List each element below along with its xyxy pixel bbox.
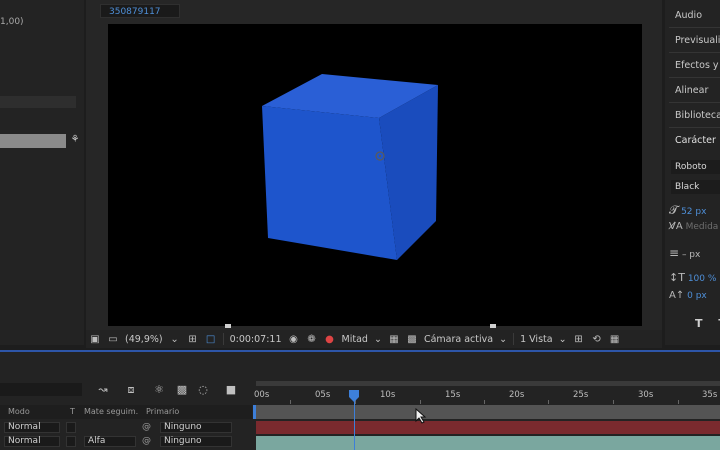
font-size-value[interactable]: 52 px: [681, 207, 706, 217]
ruler-label: 10s: [380, 390, 396, 400]
ruler-label: 20s: [509, 390, 525, 400]
kerning-icon: V̸A: [669, 221, 683, 232]
vertical-scale-row: ↕T 100 %: [669, 271, 716, 284]
vertical-scale-value[interactable]: 100 %: [688, 274, 717, 284]
composition-flowchart-icon[interactable]: ↝: [96, 383, 110, 397]
zoom-level[interactable]: (49,9%): [125, 334, 163, 345]
kerning-value[interactable]: Medida: [686, 222, 719, 232]
panel-audio[interactable]: Audio: [675, 10, 702, 21]
baseline-shift-icon: A↑: [669, 290, 685, 301]
safe-areas-icon[interactable]: ⊞: [186, 332, 200, 346]
ruler-label: 25s: [573, 390, 589, 400]
work-area-bar[interactable]: [256, 405, 720, 419]
motion-blur-icon[interactable]: ◌: [196, 383, 210, 397]
monitor-icon[interactable]: ▭: [106, 332, 120, 346]
region-of-interest-icon[interactable]: □: [204, 332, 218, 346]
faux-style-row: T T: [669, 317, 720, 330]
column-mode[interactable]: Modo: [8, 407, 30, 416]
time-navigator[interactable]: [256, 381, 720, 386]
pickwhip-icon[interactable]: @: [142, 422, 151, 432]
playhead-icon[interactable]: [349, 390, 359, 402]
timeline-search-input[interactable]: [0, 383, 82, 396]
layer-row[interactable]: Normal @ Ninguno: [0, 421, 252, 434]
work-area-start[interactable]: [253, 405, 256, 419]
column-track-matte[interactable]: Mate seguim.: [84, 407, 138, 416]
leading-value[interactable]: – px: [682, 250, 700, 260]
column-parent[interactable]: Primario: [146, 407, 179, 416]
graph-editor-icon[interactable]: ■: [224, 383, 238, 397]
canvas-handle-left[interactable]: [225, 324, 231, 328]
vertical-scale-icon: ↕T: [669, 271, 685, 284]
column-t[interactable]: T: [70, 407, 75, 416]
cube-front-face: [262, 106, 397, 260]
baseline-shift-row: A↑ 0 px: [669, 290, 707, 301]
color-channel-icon[interactable]: ●: [323, 332, 337, 346]
camera-dropdown[interactable]: Cámara activa ⌄: [424, 334, 507, 345]
panel-libraries[interactable]: Bibliotecas: [675, 110, 720, 121]
project-search-input[interactable]: [0, 96, 76, 108]
pickwhip-icon[interactable]: @: [142, 436, 151, 446]
panel-character[interactable]: Carácter: [675, 135, 716, 146]
layer-row[interactable]: Normal Alfa @ Ninguno: [0, 435, 252, 448]
draft-3d-icon[interactable]: ⧈: [124, 383, 138, 397]
composition-canvas[interactable]: [108, 24, 642, 326]
fast-previews-icon[interactable]: ▦: [387, 332, 401, 346]
layer-column-header: Modo T Mate seguim. Primario: [0, 405, 252, 419]
canvas-handle-right[interactable]: [490, 324, 496, 328]
exposure-icon[interactable]: ▦: [608, 332, 622, 346]
resolution-dropdown[interactable]: Mitad ⌄: [342, 334, 382, 345]
composition-tab[interactable]: 350879117: [100, 4, 180, 18]
panel-effects[interactable]: Efectos y a: [675, 60, 720, 71]
coordinate-readout: 1,00): [0, 17, 24, 27]
parent-select[interactable]: Ninguno: [160, 422, 232, 433]
shy-layers-icon[interactable]: ⚛: [152, 383, 166, 397]
font-size-row: 𝓣 52 px: [669, 203, 706, 218]
current-time[interactable]: 0:00:07:11: [230, 334, 282, 345]
project-column-header[interactable]: [0, 134, 66, 148]
track-matte-select[interactable]: Alfa: [84, 436, 136, 447]
ruler-label: 05s: [315, 390, 331, 400]
preserve-transparency-checkbox[interactable]: [66, 436, 76, 447]
project-panel: 1,00) ⚘: [0, 0, 84, 345]
parent-select[interactable]: Ninguno: [160, 436, 232, 447]
toggle-pixel-icon[interactable]: ⊞: [572, 332, 586, 346]
show-snapshot-icon[interactable]: ❁: [305, 332, 319, 346]
right-panels: Audio Previsualiz Efectos y a Alinear Bi…: [665, 0, 720, 345]
ruler-label: 00s: [254, 390, 270, 400]
mouse-cursor-icon: [415, 408, 427, 424]
views-dropdown[interactable]: 1 Vista ⌄: [520, 334, 567, 345]
cube-render: [262, 74, 438, 260]
snapshot-icon[interactable]: ◉: [287, 332, 301, 346]
preserve-transparency-checkbox[interactable]: [66, 422, 76, 433]
layer-bar[interactable]: [256, 436, 720, 450]
font-size-icon: 𝓣: [669, 203, 679, 217]
ruler-label: 30s: [638, 390, 654, 400]
transparency-grid-icon[interactable]: ▩: [405, 332, 419, 346]
flowchart-icon[interactable]: ⚘: [68, 134, 82, 148]
faux-bold-icon[interactable]: T: [695, 317, 703, 330]
always-preview-icon[interactable]: ▣: [88, 332, 102, 346]
font-style-select[interactable]: Black: [671, 180, 720, 194]
ruler-label: 15s: [445, 390, 461, 400]
baseline-shift-value[interactable]: 0 px: [687, 291, 707, 301]
viewer-toolbar: ▣ ▭ (49,9%) ⌄ ⊞ □ 0:00:07:11 ◉ ❁ ● Mitad…: [86, 330, 662, 348]
panel-preview[interactable]: Previsualiz: [675, 35, 720, 46]
font-family-select[interactable]: Roboto: [671, 160, 720, 174]
reset-exposure-icon[interactable]: ⟲: [590, 332, 604, 346]
blend-mode-select[interactable]: Normal: [4, 422, 60, 433]
ruler-label: 35s: [702, 390, 718, 400]
panel-align[interactable]: Alinear: [675, 85, 708, 96]
kerning-row: V̸A Medida: [669, 221, 718, 232]
chevron-down-icon[interactable]: ⌄: [168, 332, 182, 346]
frame-blending-icon[interactable]: ▩: [175, 383, 189, 397]
layer-bar[interactable]: [256, 421, 720, 434]
blend-mode-select[interactable]: Normal: [4, 436, 60, 447]
leading-row: ≡ – px: [669, 246, 700, 260]
leading-icon: ≡: [669, 246, 680, 260]
